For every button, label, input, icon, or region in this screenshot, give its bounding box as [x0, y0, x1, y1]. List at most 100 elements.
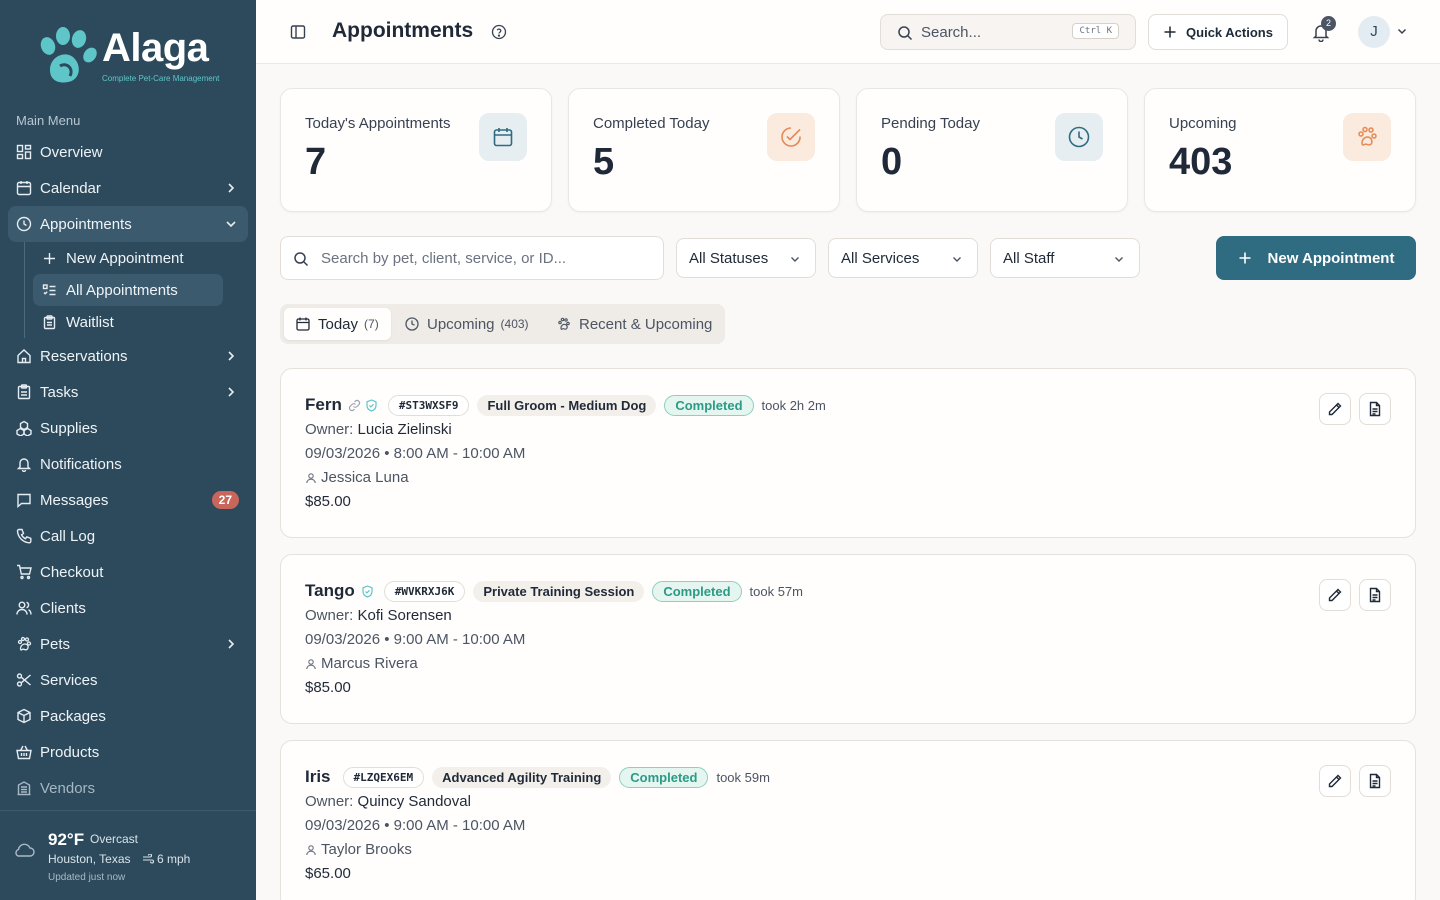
owner-name[interactable]: Kofi Sorensen: [358, 607, 452, 624]
sidebar-item-vendors[interactable]: Vendors: [8, 770, 248, 806]
stat-value: 7: [305, 141, 327, 183]
appointment-price: $85.00: [305, 679, 351, 696]
chevron-down-icon: [953, 257, 961, 262]
clock-icon: [16, 216, 32, 232]
sidebar-item-label: Call Log: [40, 527, 96, 545]
quick-actions-button[interactable]: Quick Actions: [1148, 14, 1288, 50]
building-icon: [16, 780, 32, 796]
status-badge: Completed: [619, 766, 709, 788]
home-icon: [16, 348, 32, 364]
sidebar-item-label: Pets: [40, 635, 71, 653]
message-icon: [16, 492, 32, 508]
appointment-datetime: 09/03/2026 • 8:00 AM - 10:00 AM: [305, 445, 526, 462]
appointment-tabs: Today (7) Upcoming (403) Recent & Upcomi…: [280, 304, 725, 344]
staff-filter-select[interactable]: All Staff: [990, 238, 1140, 278]
appointment-card[interactable]: Fern #ST3WXSF9 Full Groom - Medium Dog C…: [280, 368, 1416, 538]
sidebar-item-pets[interactable]: Pets: [8, 626, 248, 662]
document-icon: [1369, 773, 1381, 789]
paw-icon: [557, 317, 571, 331]
staff-name: Jessica Luna: [321, 469, 409, 486]
sidebar-item-messages[interactable]: Messages 27: [8, 482, 248, 518]
invoice-button[interactable]: [1359, 765, 1391, 797]
sidebar-item-calendar[interactable]: Calendar: [8, 170, 248, 206]
global-search[interactable]: Search... Ctrl K: [880, 14, 1136, 50]
sidebar-item-label: Services: [40, 671, 98, 689]
pet-name[interactable]: Tango: [305, 581, 355, 601]
boxes-icon: [16, 420, 32, 436]
sidebar-subitem-waitlist[interactable]: Waitlist: [33, 306, 223, 338]
wind-speed: 6 mph: [157, 852, 191, 866]
sidebar-item-notifications[interactable]: Notifications: [8, 446, 248, 482]
sidebar-item-label: Notifications: [40, 455, 122, 473]
appointment-price: $85.00: [305, 493, 351, 510]
tab-count: (7): [364, 317, 379, 331]
chevron-right-icon: [228, 183, 235, 193]
sidebar-toggle-icon[interactable]: [290, 24, 306, 40]
weather-condition: Overcast: [90, 832, 139, 846]
stat-label: Upcoming: [1169, 115, 1237, 132]
pet-name[interactable]: Iris: [305, 767, 331, 787]
invoice-button[interactable]: [1359, 393, 1391, 425]
status-filter-select[interactable]: All Statuses: [676, 238, 816, 278]
sidebar-subitem-label: New Appointment: [66, 249, 184, 267]
sidebar-item-call-log[interactable]: Call Log: [8, 518, 248, 554]
sidebar-item-label: Reservations: [40, 347, 128, 365]
owner-label: Owner:: [305, 421, 354, 438]
search-shortcut: Ctrl K: [1072, 23, 1119, 39]
sidebar-subitem-new-appointment[interactable]: New Appointment: [33, 242, 223, 274]
chevron-right-icon: [228, 351, 235, 361]
sidebar-item-label: Calendar: [40, 179, 101, 197]
messages-badge: 27: [211, 491, 239, 509]
pet-name[interactable]: Fern: [305, 395, 342, 415]
invoice-button[interactable]: [1359, 579, 1391, 611]
sidebar-item-packages[interactable]: Packages: [8, 698, 248, 734]
service-badge: Private Training Session: [473, 580, 645, 602]
owner-name[interactable]: Quincy Sandoval: [358, 793, 471, 810]
phone-icon: [16, 528, 32, 544]
chevron-right-icon: [228, 387, 235, 397]
status-badge: Completed: [664, 394, 754, 416]
edit-button[interactable]: [1319, 579, 1351, 611]
bell-icon: [16, 456, 32, 472]
help-icon[interactable]: [491, 24, 507, 40]
tab-upcoming[interactable]: Upcoming (403): [393, 308, 541, 340]
new-appointment-button[interactable]: New Appointment: [1216, 236, 1416, 280]
sidebar-item-supplies[interactable]: Supplies: [8, 410, 248, 446]
paw-icon: [1358, 126, 1377, 146]
stat-card-completed-today: Completed Today 5: [568, 88, 840, 212]
sidebar-item-tasks[interactable]: Tasks: [8, 374, 248, 410]
sidebar-item-appointments[interactable]: Appointments: [8, 206, 248, 242]
user-avatar[interactable]: J: [1358, 16, 1390, 48]
search-icon: [294, 252, 309, 267]
owner-name[interactable]: Lucia Zielinski: [358, 421, 452, 438]
weather-temperature: 92°F: [48, 830, 85, 849]
chevron-down-icon: [791, 257, 799, 262]
sidebar-item-clients[interactable]: Clients: [8, 590, 248, 626]
link-icon[interactable]: [348, 399, 361, 412]
edit-button[interactable]: [1319, 765, 1351, 797]
appointment-id-badge: #LZQEX6EM: [342, 766, 425, 788]
sidebar-subitem-all-appointments[interactable]: All Appointments: [33, 274, 223, 306]
appointment-card[interactable]: Iris #LZQEX6EM Advanced Agility Training…: [280, 740, 1416, 900]
tab-today[interactable]: Today (7): [284, 308, 391, 340]
sidebar-item-checkout[interactable]: Checkout: [8, 554, 248, 590]
stat-icon-box: [479, 113, 527, 161]
services-filter-select[interactable]: All Services: [828, 238, 978, 278]
search-placeholder: Search...: [921, 24, 982, 41]
duration-text: took 2h 2m: [761, 397, 826, 413]
tab-recent-upcoming[interactable]: Recent & Upcoming: [545, 308, 724, 340]
appointment-header-row: Fern #ST3WXSF9 Full Groom - Medium Dog C…: [305, 393, 826, 417]
notifications-count-badge: 2: [1321, 16, 1336, 31]
appointment-search-input[interactable]: Search by pet, client, service, or ID...: [280, 236, 664, 280]
stat-label: Completed Today: [593, 115, 710, 132]
weather-wind: 6 mph: [142, 852, 190, 866]
brand-logo[interactable]: Alaga Complete Pet-Care Management: [36, 24, 226, 88]
sidebar-item-services[interactable]: Services: [8, 662, 248, 698]
sidebar-item-products[interactable]: Products: [8, 734, 248, 770]
chevron-down-icon[interactable]: [1396, 25, 1408, 37]
sidebar-item-reservations[interactable]: Reservations: [8, 338, 248, 374]
sidebar-item-overview[interactable]: Overview: [8, 134, 248, 170]
edit-button[interactable]: [1319, 393, 1351, 425]
sidebar-item-label: Tasks: [40, 383, 79, 401]
appointment-card[interactable]: Tango #WVKRXJ6K Private Training Session…: [280, 554, 1416, 724]
